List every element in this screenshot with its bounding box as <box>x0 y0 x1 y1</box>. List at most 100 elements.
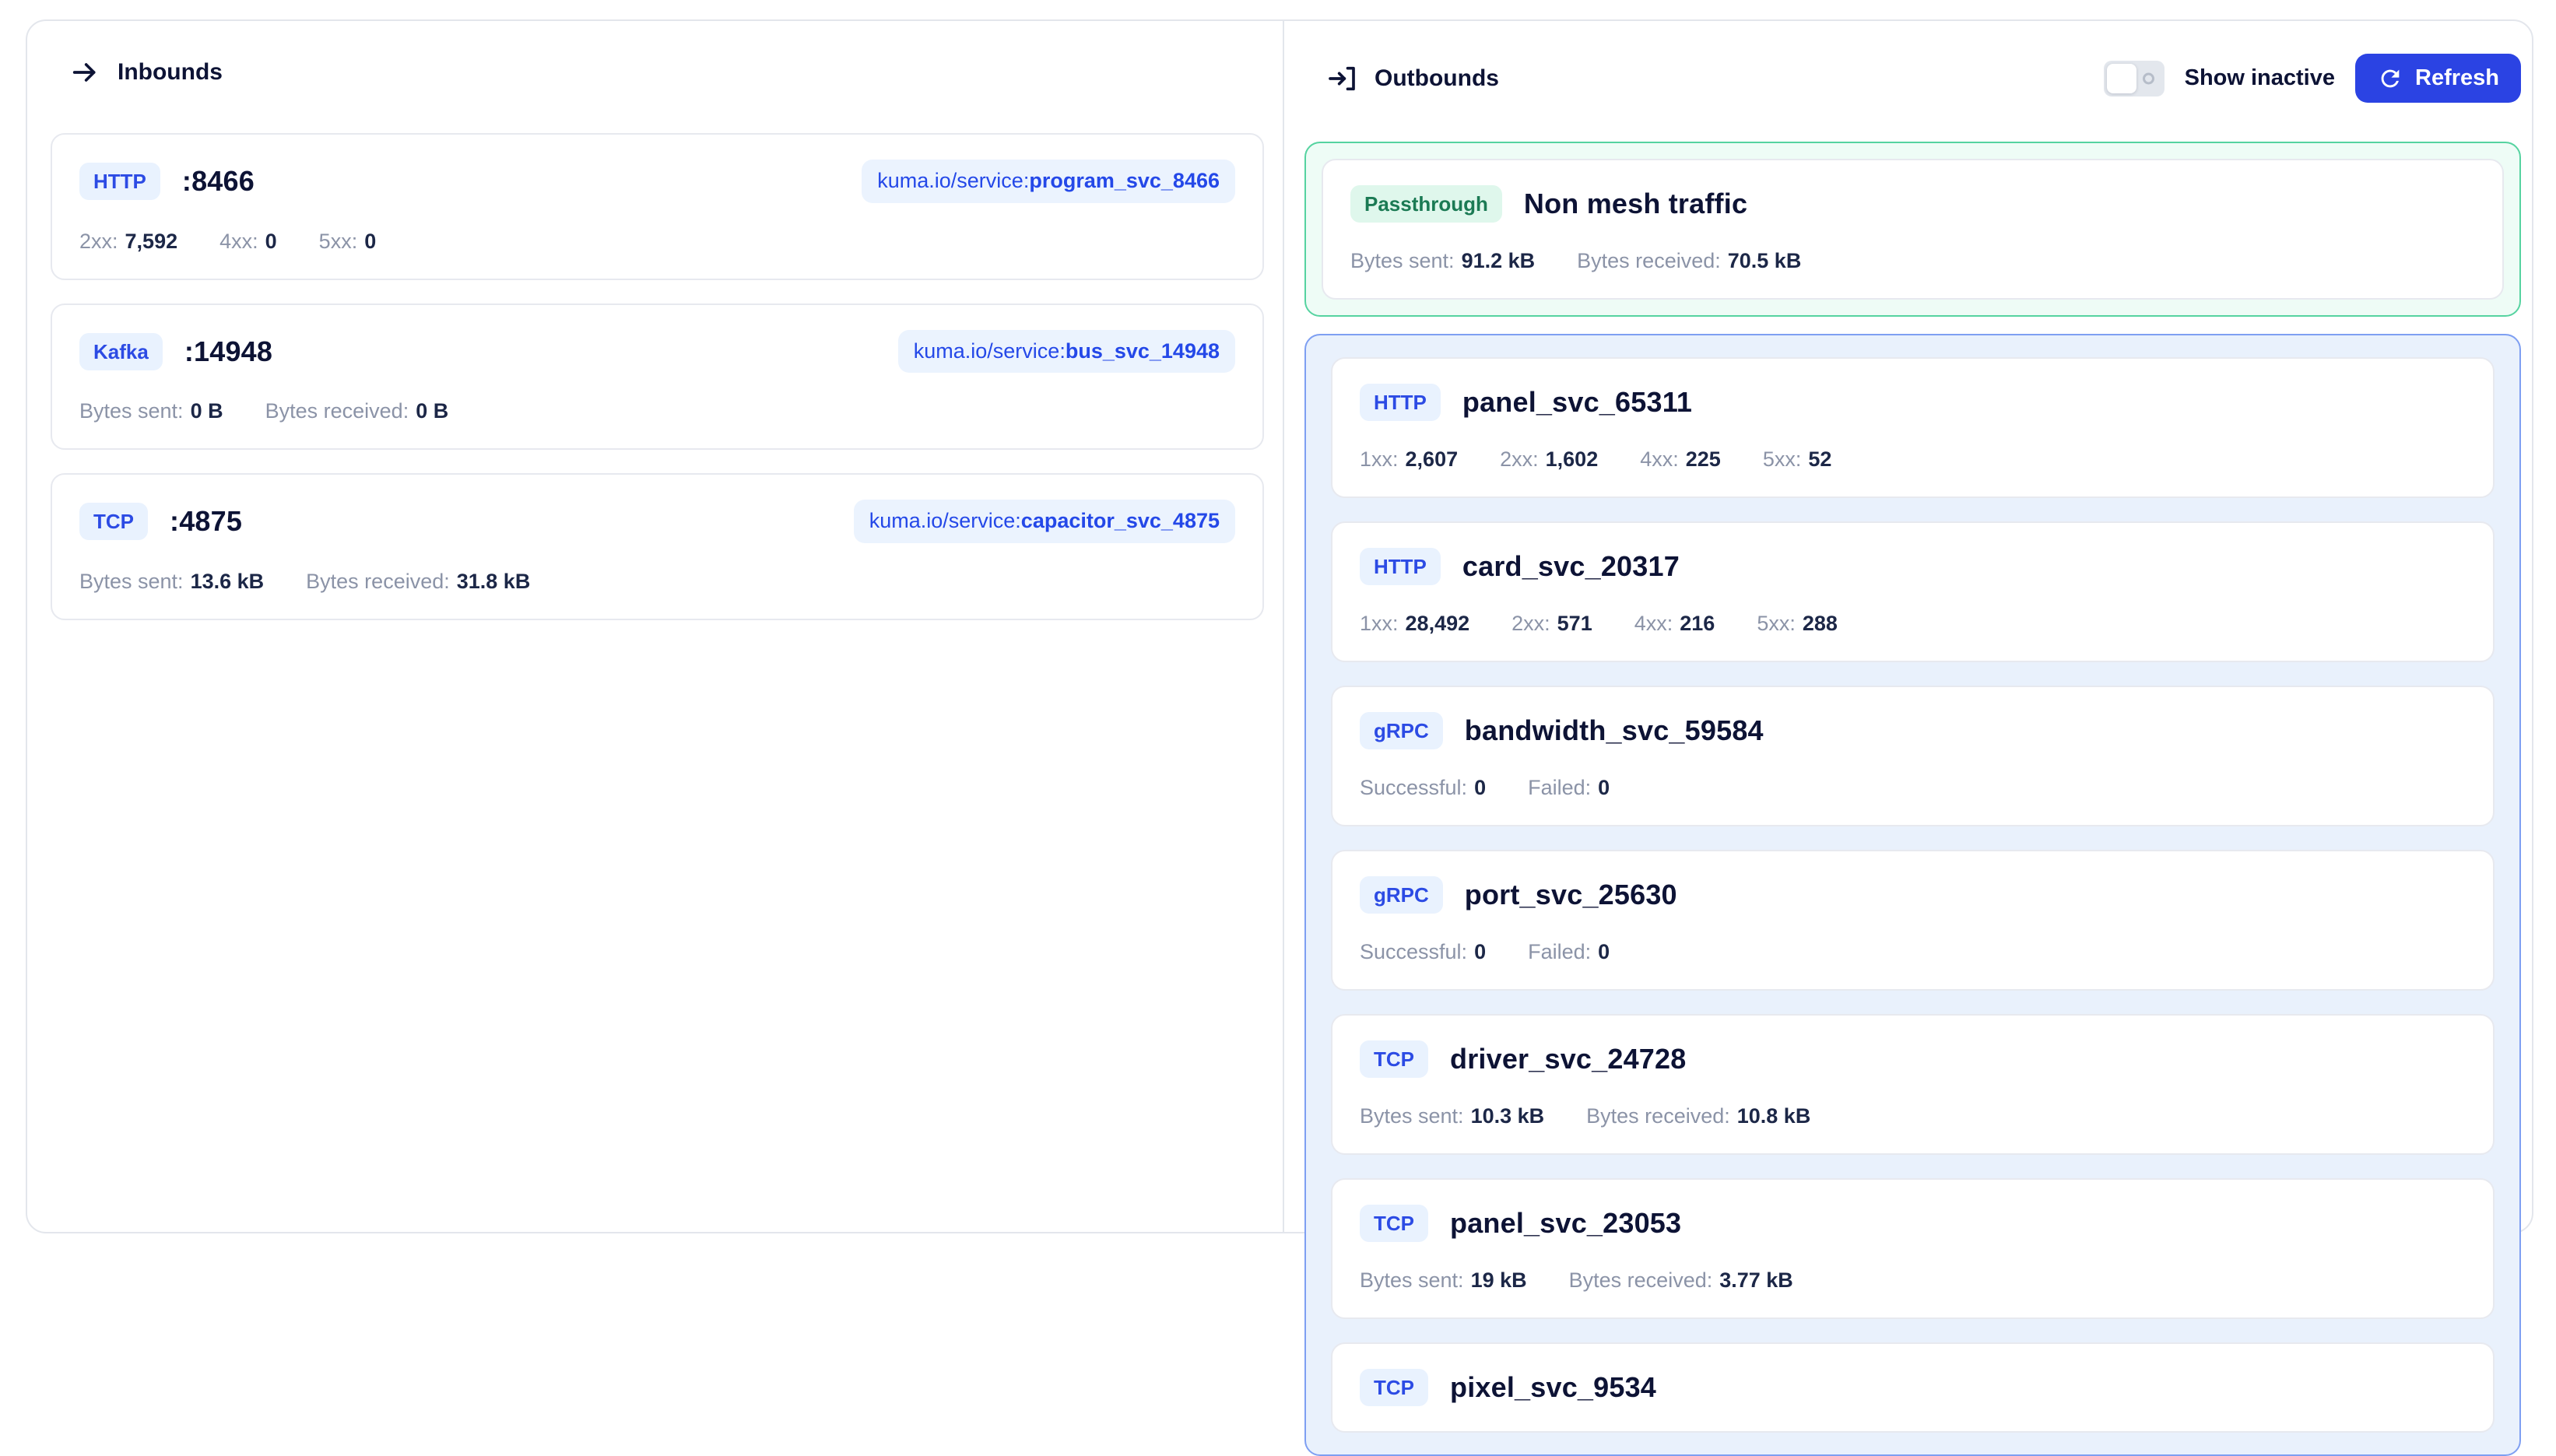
service-tag[interactable]: kuma.io/service:program_svc_8466 <box>862 160 1235 203</box>
stats-row: 2xx: 7,592 4xx: 0 5xx: 0 <box>79 230 1235 254</box>
stat-value: 7,592 <box>125 229 178 253</box>
service-tag-prefix: kuma.io/service: <box>869 509 1021 533</box>
outbound-service-name: pixel_svc_9534 <box>1450 1371 1657 1403</box>
stat: 5xx: 52 <box>1763 447 1832 472</box>
inbounds-header: Inbounds <box>69 57 1264 88</box>
toggle-off-dot-icon <box>2142 72 2154 84</box>
outbound-service-name: driver_svc_24728 <box>1450 1043 1687 1075</box>
stat-value: 0 B <box>190 399 223 423</box>
stat: Bytes sent: 91.2 kB <box>1350 249 1535 273</box>
outbounds-controls: Show inactive Refresh <box>2103 54 2521 103</box>
stat-label: Bytes received: <box>1568 1268 1713 1292</box>
show-inactive-label: Show inactive <box>2184 65 2335 90</box>
stat-label: 2xx: <box>79 229 118 253</box>
stat: Bytes sent: 10.3 kB <box>1360 1104 1544 1128</box>
stat-label: 5xx: <box>318 229 358 253</box>
stat-value: 225 <box>1685 447 1721 471</box>
outbound-card: gRPC bandwidth_svc_59584 Successful: 0 Fa… <box>1331 686 2495 826</box>
service-tag-value: capacitor_svc_4875 <box>1020 509 1220 533</box>
refresh-button[interactable]: Refresh <box>2355 54 2521 103</box>
outbounds-title-group: Outbounds <box>1326 63 1499 94</box>
stat-value: 0 <box>1598 776 1610 799</box>
inbound-card: HTTP :8466 kuma.io/service:program_svc_8… <box>51 133 1264 280</box>
stats-row: Bytes sent: 0 B Bytes received: 0 B <box>79 399 1235 423</box>
arrow-right-icon <box>69 57 100 88</box>
protocol-badge: HTTP <box>79 162 160 200</box>
show-inactive-toggle[interactable] <box>2103 60 2165 96</box>
stat: 1xx: 28,492 <box>1360 612 1469 636</box>
inbound-card: TCP :4875 kuma.io/service:capacitor_svc_… <box>51 473 1264 621</box>
stat-value: 13.6 kB <box>190 570 265 594</box>
outbounds-list: HTTP panel_svc_65311 1xx: 2,607 2xx: 1,602… <box>1304 334 2521 1456</box>
outbound-service-name: port_svc_25630 <box>1464 879 1677 910</box>
stat: Bytes sent: 13.6 kB <box>79 570 264 594</box>
stat: Bytes received: 0 B <box>265 399 449 423</box>
stat: 2xx: 1,602 <box>1500 447 1598 472</box>
stat-label: Successful: <box>1360 776 1468 799</box>
protocol-badge: HTTP <box>1360 384 1441 421</box>
stat-label: Bytes sent: <box>79 570 184 594</box>
stat: Bytes received: 70.5 kB <box>1577 249 1801 273</box>
stat: 2xx: 7,592 <box>79 230 177 254</box>
inbound-port: :8466 <box>181 164 255 197</box>
outbound-service-name: bandwidth_svc_59584 <box>1464 714 1764 746</box>
stat: 1xx: 2,607 <box>1360 447 1458 472</box>
stat-label: 4xx: <box>1640 447 1679 471</box>
stat-value: 0 B <box>416 399 449 423</box>
stat-label: Bytes received: <box>265 399 409 423</box>
stat-value: 52 <box>1808 447 1832 471</box>
protocol-badge: HTTP <box>1360 548 1441 585</box>
stat-label: Bytes received: <box>1586 1104 1730 1128</box>
outbound-card: TCP driver_svc_24728 Bytes sent: 10.3 kB … <box>1331 1014 2495 1155</box>
inbounds-panel: Inbounds HTTP :8466 kuma.io/service:prog… <box>27 21 1284 1232</box>
stat: 4xx: 216 <box>1634 612 1715 636</box>
stat-label: Successful: <box>1360 940 1468 963</box>
stat-label: 5xx: <box>1762 447 1802 471</box>
stat: Failed: 0 <box>1528 940 1610 964</box>
protocol-badge: gRPC <box>1360 712 1443 749</box>
outbound-card: HTTP panel_svc_65311 1xx: 2,607 2xx: 1,602… <box>1331 357 2495 498</box>
stat-label: Bytes received: <box>1577 249 1721 272</box>
protocol-badge: TCP <box>1360 1369 1428 1406</box>
refresh-label: Refresh <box>2415 65 2499 90</box>
service-tag-value: bus_svc_14948 <box>1065 339 1220 363</box>
inbound-port: :4875 <box>170 505 243 538</box>
stat-value: 288 <box>1802 612 1838 635</box>
stats-row: Successful: 0 Failed: 0 <box>1360 776 2466 800</box>
stat-label: 5xx: <box>1757 612 1796 635</box>
passthrough-container: Passthrough Non mesh traffic Bytes sent:… <box>1304 142 2521 317</box>
service-tag[interactable]: kuma.io/service:capacitor_svc_4875 <box>853 500 1235 544</box>
stat-value: 31.8 kB <box>456 570 531 594</box>
inbound-card: Kafka :14948 kuma.io/service:bus_svc_149… <box>51 303 1264 451</box>
stat-label: Bytes received: <box>306 570 450 594</box>
stat-value: 216 <box>1680 612 1715 635</box>
stat-value: 19 kB <box>1470 1268 1527 1292</box>
service-tag-prefix: kuma.io/service: <box>877 169 1030 192</box>
stat-value: 1,602 <box>1545 447 1599 471</box>
stat: Bytes sent: 19 kB <box>1360 1268 1527 1293</box>
passthrough-badge: Passthrough <box>1350 185 1502 223</box>
service-tag[interactable]: kuma.io/service:bus_svc_14948 <box>897 329 1235 374</box>
protocol-badge: TCP <box>1360 1040 1428 1078</box>
outbounds-header: Outbounds Show inactive Refresh <box>1304 54 2521 103</box>
stats-row: Bytes sent: 13.6 kB Bytes received: 31.8 k… <box>79 570 1235 594</box>
stat: 5xx: 288 <box>1757 612 1838 636</box>
stats-row: 1xx: 2,607 2xx: 1,602 4xx: 225 5xx: 52 <box>1360 447 2466 472</box>
stat-value: 0 <box>1474 940 1487 963</box>
protocol-badge: Kafka <box>79 332 163 370</box>
stat: Successful: 0 <box>1360 940 1486 964</box>
stat-label: 1xx: <box>1360 447 1399 471</box>
inbounds-title: Inbounds <box>118 59 223 85</box>
arrow-enter-icon <box>1326 63 1357 94</box>
stats-row: Bytes sent: 19 kB Bytes received: 3.77 kB <box>1360 1268 2466 1293</box>
stat: 4xx: 0 <box>219 230 277 254</box>
stat: 2xx: 571 <box>1511 612 1592 636</box>
passthrough-title: Non mesh traffic <box>1523 188 1748 219</box>
outbound-service-name: card_svc_20317 <box>1462 550 1680 582</box>
stat-label: 1xx: <box>1360 612 1399 635</box>
inbound-port: :14948 <box>184 335 273 367</box>
toggle-knob <box>2106 63 2136 93</box>
stats-row: 1xx: 28,492 2xx: 571 4xx: 216 5xx: 288 <box>1360 612 2466 636</box>
protocol-badge: gRPC <box>1360 876 1443 914</box>
stat: Bytes received: 31.8 kB <box>306 570 530 594</box>
